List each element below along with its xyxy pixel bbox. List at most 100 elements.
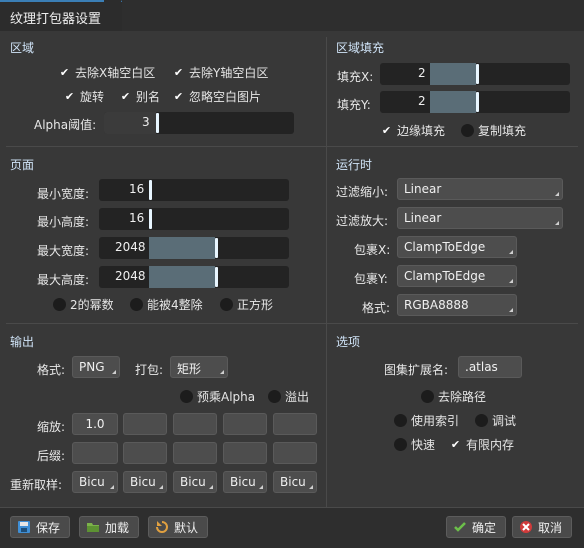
cancel-button[interactable]: 取消 [512, 516, 572, 538]
check-icon: ✔ [64, 90, 75, 103]
debug-checkbox[interactable]: 调试 [475, 412, 516, 429]
default-button[interactable]: 默认 [148, 516, 208, 538]
dropdown-arrow-icon [220, 370, 224, 374]
scale-input-1[interactable]: 1.0 [72, 413, 118, 435]
fast-checkbox[interactable]: 快速 [394, 436, 435, 453]
filter-mag-label: 过滤放大: [336, 214, 389, 228]
footer-bar: 保存 加载 默认 确定 取消 [0, 507, 584, 548]
output-format-label: 格式: [37, 363, 66, 377]
limit-memory-checkbox[interactable]: ✔ 有限内存 [449, 436, 514, 453]
max-height-label: 最大高度: [37, 273, 90, 287]
ok-button[interactable]: 确定 [446, 516, 506, 538]
fill-y-slider[interactable]: 2 [380, 91, 570, 113]
resample-dropdown-5[interactable]: Bicu [273, 471, 317, 493]
check-icon: ✔ [381, 124, 392, 137]
strip-x-checkbox[interactable]: ✔ 去除X轴空白区 [58, 64, 155, 81]
load-button[interactable]: 加载 [79, 516, 139, 538]
resample-dropdown-3[interactable]: Bicu [173, 471, 217, 493]
dropdown-arrow-icon [555, 221, 559, 225]
wrap-x-dropdown[interactable]: ClampToEdge [397, 236, 517, 258]
title-bar: 纹理打包器设置 [0, 0, 584, 31]
dropdown-arrow-icon [259, 485, 263, 489]
resample-dropdown-4[interactable]: Bicu [223, 471, 267, 493]
alias-checkbox[interactable]: ✔ 别名 [119, 88, 160, 105]
scale-input-5[interactable] [273, 413, 317, 435]
use-index-checkbox[interactable]: 使用索引 [394, 412, 459, 429]
min-height-slider[interactable]: 16 [99, 208, 289, 230]
dropdown-arrow-icon [159, 485, 163, 489]
filter-min-dropdown[interactable]: Linear [397, 178, 563, 200]
pack-label: 打包: [135, 363, 164, 377]
suffix-label: 后缀: [37, 449, 66, 463]
copy-fill-checkbox[interactable]: 复制填充 [461, 122, 526, 139]
dropdown-arrow-icon [509, 279, 513, 283]
save-button[interactable]: 保存 [10, 516, 70, 538]
filter-mag-dropdown[interactable]: Linear [397, 207, 563, 229]
square-checkbox[interactable]: 正方形 [220, 296, 273, 313]
resample-label: 重新取样: [10, 478, 63, 492]
strip-path-checkbox[interactable]: 去除路径 [421, 388, 486, 405]
wrap-y-label: 包裹Y: [354, 272, 388, 286]
page-section-title: 页面 [10, 158, 35, 172]
scale-input-4[interactable] [223, 413, 267, 435]
suffix-input-5[interactable] [273, 442, 317, 464]
suffix-input-4[interactable] [223, 442, 267, 464]
texture-packer-settings-window: 纹理打包器设置 区域 ✔ 去除X轴空白区 ✔ 去除Y轴空白区 ✔ 旋转 ✔ 别名 ✔ 忽略… [0, 0, 584, 548]
resample-dropdown-2[interactable]: Bicu [123, 471, 167, 493]
max-width-slider[interactable]: 2048 [99, 237, 289, 259]
floppy-disk-icon [18, 521, 30, 533]
fill-x-slider[interactable]: 2 [380, 63, 570, 85]
fill-x-label: 填充X: [337, 70, 374, 84]
dropdown-arrow-icon [509, 250, 513, 254]
dropdown-arrow-icon [110, 485, 114, 489]
output-section-title: 输出 [10, 335, 35, 349]
reset-icon [156, 521, 168, 533]
check-icon: ✔ [173, 66, 184, 79]
window-title: 纹理打包器设置 [10, 12, 102, 27]
runtime-section-title: 运行时 [336, 158, 373, 172]
strip-y-checkbox[interactable]: ✔ 去除Y轴空白区 [172, 64, 268, 81]
min-width-label: 最小宽度: [37, 187, 90, 201]
wrap-y-dropdown[interactable]: ClampToEdge [397, 265, 517, 287]
alpha-threshold-slider[interactable]: 3 [104, 112, 294, 134]
dropdown-arrow-icon [309, 485, 313, 489]
suffix-input-1[interactable] [72, 442, 118, 464]
premultiply-alpha-checkbox[interactable]: 预乘Alpha [180, 388, 255, 405]
cancel-icon [520, 521, 532, 533]
alpha-threshold-label: Alpha阈值: [34, 118, 97, 132]
check-icon: ✔ [450, 438, 461, 451]
pack-dropdown[interactable]: 矩形 [170, 356, 228, 378]
ignore-blank-checkbox[interactable]: ✔ 忽略空白图片 [172, 88, 261, 105]
region-section-title: 区域 [10, 41, 35, 55]
bleed-checkbox[interactable]: 溢出 [268, 388, 309, 405]
scale-input-2[interactable] [123, 413, 167, 435]
suffix-input-2[interactable] [123, 442, 167, 464]
check-icon: ✔ [59, 66, 70, 79]
folder-icon [87, 523, 99, 532]
dropdown-arrow-icon [209, 485, 213, 489]
resample-dropdown-1[interactable]: Bicu [72, 471, 118, 493]
edge-fill-checkbox[interactable]: ✔ 边缘填充 [380, 122, 445, 139]
atlas-extension-input[interactable]: .atlas [458, 356, 522, 378]
output-format-dropdown[interactable]: PNG [72, 356, 120, 378]
format-label: 格式: [362, 301, 391, 315]
options-section-title: 选项 [336, 335, 361, 349]
check-icon: ✔ [173, 90, 184, 103]
rotate-checkbox[interactable]: ✔ 旋转 [63, 88, 104, 105]
suffix-input-3[interactable] [173, 442, 217, 464]
power-of-two-checkbox[interactable]: 2的幂数 [53, 296, 114, 313]
dropdown-arrow-icon [555, 192, 559, 196]
scale-input-3[interactable] [173, 413, 217, 435]
scale-label: 缩放: [37, 420, 66, 434]
settings-body: 区域 ✔ 去除X轴空白区 ✔ 去除Y轴空白区 ✔ 旋转 ✔ 别名 ✔ 忽略空白图片 Alp… [0, 31, 584, 547]
min-height-label: 最小高度: [37, 215, 90, 229]
region-fill-section-title: 区域填充 [336, 41, 385, 55]
dropdown-arrow-icon [112, 370, 116, 374]
format-dropdown[interactable]: RGBA8888 [397, 294, 517, 316]
min-width-slider[interactable]: 16 [99, 179, 289, 201]
max-width-label: 最大宽度: [37, 244, 90, 258]
max-height-slider[interactable]: 2048 [99, 266, 289, 288]
wrap-x-label: 包裹X: [354, 243, 391, 257]
divisible-by-four-checkbox[interactable]: 能被4整除 [130, 296, 203, 313]
check-icon: ✔ [120, 90, 131, 103]
